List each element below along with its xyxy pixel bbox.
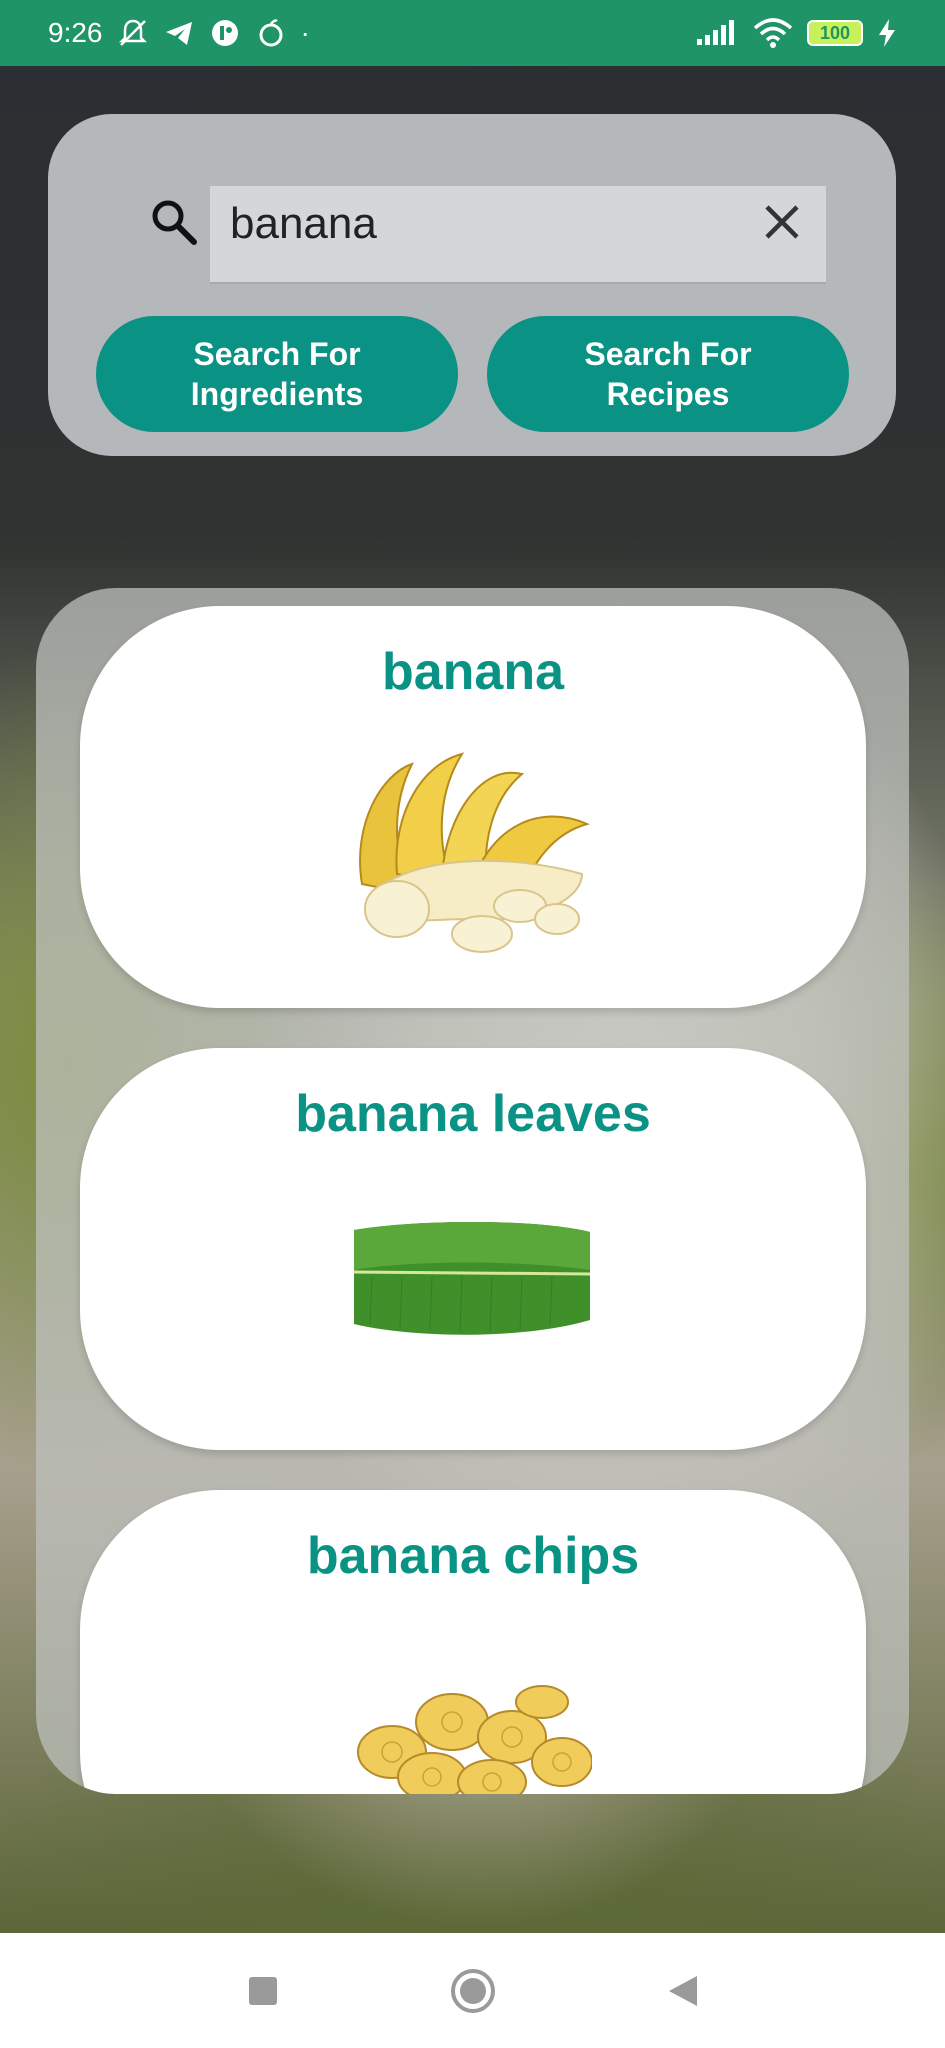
mute-bell-icon	[118, 19, 147, 46]
telegram-icon	[165, 22, 192, 45]
battery-icon: 100	[807, 20, 863, 46]
result-card[interactable]: banana	[80, 606, 866, 1008]
close-icon[interactable]	[764, 204, 800, 240]
search-recipes-button[interactable]: Search For Recipes	[487, 316, 849, 432]
status-left: 9:26 ·	[48, 17, 310, 49]
status-right: 100	[695, 18, 897, 48]
wifi-icon	[753, 18, 793, 48]
app-icon	[211, 20, 238, 46]
banana-chips-image	[357, 1685, 592, 1794]
status-bar: 9:26 · 100	[0, 0, 945, 66]
result-title: banana	[381, 643, 565, 701]
banana-image	[359, 752, 590, 953]
clock: 9:26	[48, 17, 103, 48]
banana-leaf-image	[353, 1222, 591, 1335]
search-query-text[interactable]: banana	[230, 196, 377, 252]
circle-icon[interactable]	[449, 1967, 497, 2015]
square-icon[interactable]	[247, 1975, 279, 2007]
status-dot: ·	[300, 17, 310, 48]
charging-icon	[879, 19, 895, 47]
back-triangle-icon[interactable]	[667, 1974, 699, 2008]
search-ingredients-button[interactable]: Search For Ingredients	[96, 316, 458, 432]
results-panel: banana banana leaves banana chips	[36, 588, 909, 1794]
signal-icon	[697, 20, 734, 45]
result-title: banana chips	[306, 1527, 640, 1585]
result-card[interactable]: banana leaves	[80, 1048, 866, 1450]
result-card[interactable]: banana chips	[80, 1490, 866, 1794]
navigation-bar	[0, 1933, 945, 2048]
result-title: banana leaves	[295, 1085, 651, 1143]
apple-icon	[259, 19, 282, 47]
search-icon	[152, 200, 197, 245]
